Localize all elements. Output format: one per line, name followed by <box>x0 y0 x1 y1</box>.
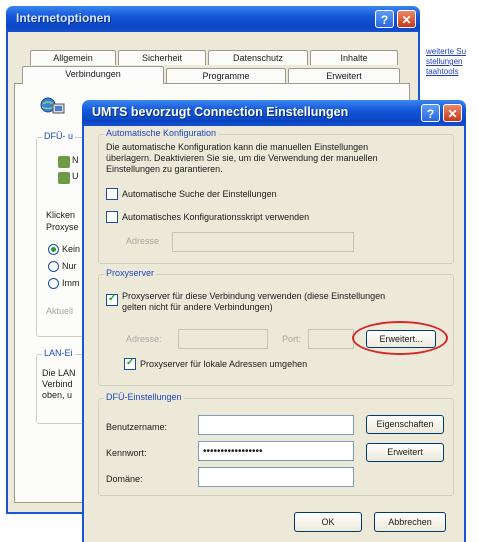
domain-input[interactable] <box>198 467 354 487</box>
proxy-address-label: Adresse: <box>126 334 162 344</box>
auto-config-desc-1: Die automatische Konfiguration kann die … <box>106 142 369 152</box>
use-proxy-label-2: gelten nicht für andere Verbindungen) <box>122 302 273 312</box>
current-text: Aktuell <box>46 306 74 316</box>
proxy-text: Proxyse <box>46 222 79 232</box>
background-close-button[interactable]: ✕ <box>397 10 416 28</box>
proxy-port-input[interactable] <box>308 329 354 349</box>
side-link-2[interactable]: stellungen <box>426 57 462 66</box>
lan-group-label: LAN-Ei <box>42 348 75 358</box>
auto-config-label: Automatische Konfiguration <box>104 128 219 138</box>
username-label: Benutzername: <box>106 422 168 432</box>
auto-config-desc-3: Einstellungen zu garantieren. <box>106 164 223 174</box>
side-link-1[interactable]: weiterte Su <box>426 47 466 56</box>
auto-script-checkbox[interactable] <box>106 211 118 223</box>
connection-item-1[interactable]: N <box>72 155 79 165</box>
auto-script-address-input[interactable] <box>172 232 354 252</box>
tab-erweitert[interactable]: Erweitert <box>288 68 400 83</box>
dialog-title: UMTS bevorzugt Connection Einstellungen <box>92 105 349 119</box>
domain-label: Domäne: <box>106 474 143 484</box>
dialog-titlebar: UMTS bevorzugt Connection Einstellungen … <box>82 100 466 126</box>
radio-always-label: Imm <box>62 278 80 288</box>
tab-inhalte[interactable]: Inhalte <box>310 50 398 65</box>
connection-icon <box>58 172 70 184</box>
lan-text-2: Verbind <box>42 379 73 389</box>
proxy-address-input[interactable] <box>178 329 268 349</box>
password-value: ••••••••••••••••• <box>203 446 263 457</box>
radio-no-dial[interactable] <box>48 244 59 255</box>
dialog-help-button[interactable]: ? <box>421 104 440 122</box>
username-input[interactable] <box>198 415 354 435</box>
side-link-3[interactable]: taahtools <box>426 67 458 76</box>
tab-programme[interactable]: Programme <box>166 68 286 83</box>
properties-button[interactable]: Eigenschaften <box>366 415 444 434</box>
tab-verbindungen[interactable]: Verbindungen <box>22 66 164 84</box>
connection-item-2[interactable]: U <box>72 171 79 181</box>
dialog-close-button[interactable]: ✕ <box>443 104 462 122</box>
use-proxy-label-1: Proxyserver für diese Verbindung verwend… <box>122 291 386 301</box>
radio-always[interactable] <box>48 278 59 289</box>
password-label: Kennwort: <box>106 448 147 458</box>
lan-text-1: Die LAN <box>42 368 76 378</box>
tab-sicherheit[interactable]: Sicherheit <box>118 50 206 65</box>
radio-only-when[interactable] <box>48 261 59 272</box>
auto-config-desc-2: überlagern. Deaktivieren Sie sie, um die… <box>106 153 378 163</box>
network-icon <box>40 96 66 118</box>
radio-only-when-label: Nur <box>62 261 77 271</box>
auto-detect-label: Automatische Suche der Einstellungen <box>122 189 277 199</box>
bypass-local-checkbox[interactable] <box>124 357 136 370</box>
dialup-label: DFÜ-Einstellungen <box>104 392 184 402</box>
proxy-port-label: Port: <box>282 334 302 344</box>
connection-icon <box>58 156 70 168</box>
highlight-circle <box>352 321 448 355</box>
radio-no-dial-label: Kein <box>62 244 81 254</box>
background-help-button[interactable]: ? <box>375 10 394 28</box>
auto-script-address-label: Adresse <box>126 236 160 246</box>
bypass-local-label: Proxyserver für lokale Adressen umgehen <box>140 359 308 369</box>
use-proxy-checkbox[interactable] <box>106 293 118 306</box>
close-icon: ✕ <box>401 13 412 27</box>
ok-button[interactable]: OK <box>294 512 362 532</box>
cancel-button[interactable]: Abbrechen <box>374 512 446 532</box>
tab-allgemein[interactable]: Allgemein <box>30 50 116 65</box>
help-icon: ? <box>426 107 435 121</box>
dfu-group-label: DFÜ- u <box>42 131 75 141</box>
proxy-label: Proxyserver <box>104 268 157 278</box>
tab-datenschutz[interactable]: Datenschutz <box>208 50 308 65</box>
dialup-advanced-button[interactable]: Erweitert <box>366 443 444 462</box>
klicken-text: Klicken <box>46 210 76 220</box>
auto-detect-checkbox[interactable] <box>106 188 118 200</box>
help-icon: ? <box>380 13 389 27</box>
password-input[interactable]: ••••••••••••••••• <box>198 441 354 461</box>
background-titlebar: Internetoptionen ? ✕ <box>6 6 420 32</box>
auto-script-label: Automatisches Konfigurationsskript verwe… <box>122 212 310 222</box>
background-title: Internetoptionen <box>16 11 111 25</box>
lan-text-3: oben, u <box>42 390 73 400</box>
close-icon: ✕ <box>447 107 458 121</box>
